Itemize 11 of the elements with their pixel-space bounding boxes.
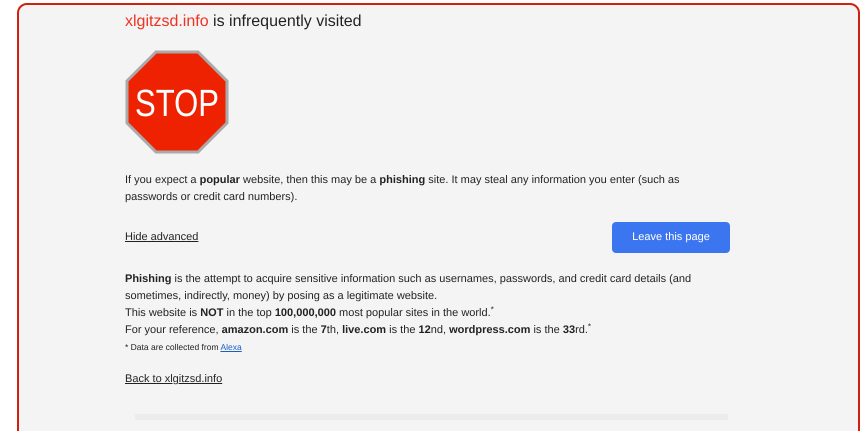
details-text: For your reference, amazon.com is the 7th, live.com is the 12nd, wordpress.com is the 33rd.$^{*}$ — [125, 322, 592, 338]
details-text: This website is NOT in the top 100,000,000 most popular sites in the world.$^{*}$ — [125, 305, 495, 321]
page-heading: xlgitzsd.info is infrequently visited — [125, 12, 363, 32]
footnote-text: * Data are collected from Alexa — [125, 341, 243, 354]
warning-text: If you expect a popular website, then this may be a phishing site. It may steal any information you enter (such as passwords or credit card numbers). — [125, 173, 681, 205]
stop-sign-icon: STOP — [125, 50, 229, 154]
hide-advanced-link[interactable]: Hide advanced — [125, 229, 198, 246]
leave-page-button[interactable]: Leave this page — [612, 222, 730, 253]
details-text: Phishing is the attempt to acquire sensitive information such as usernames, passwords, and credit card details (and sometimes, indirectly, money) by posing as a legitimate website. — [125, 272, 692, 304]
back-link[interactable]: Back to xlgitzsd.info — [125, 371, 222, 388]
alexa-link[interactable]: Alexa — [220, 342, 242, 352]
